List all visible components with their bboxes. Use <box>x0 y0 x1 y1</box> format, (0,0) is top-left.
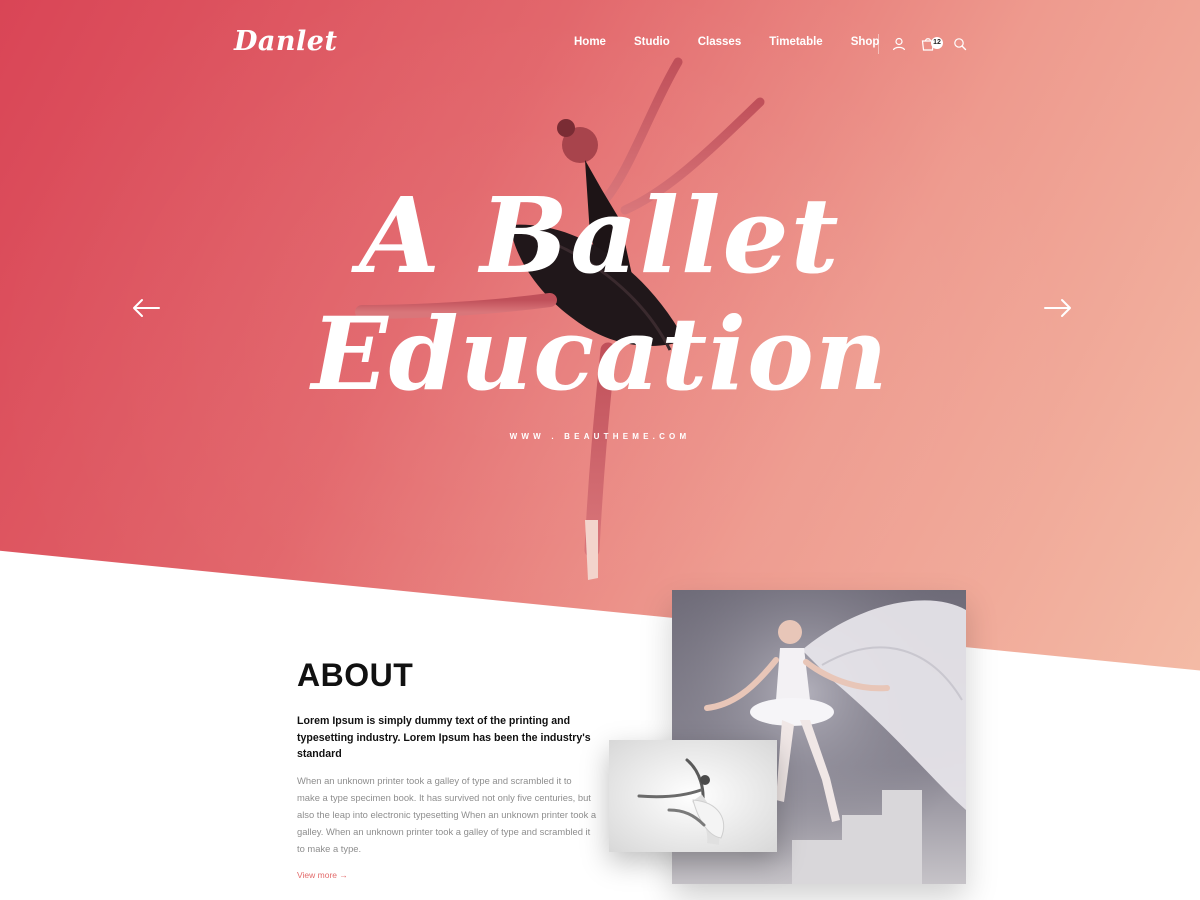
view-more-link[interactable]: View more → <box>297 870 348 880</box>
hero-title: A Ballet Education <box>300 174 900 413</box>
nav-item-studio[interactable]: Studio <box>634 36 670 48</box>
ballerina-photo-small-image <box>609 740 777 852</box>
about-body-text: When an unknown printer took a galley of… <box>297 775 597 854</box>
cart-count-badge: 12 <box>931 37 943 49</box>
user-icon[interactable] <box>891 36 907 52</box>
ballerina-photo-small <box>609 740 777 852</box>
nav-item-classes[interactable]: Classes <box>698 36 741 48</box>
page: Danlet Home Studio Classes Timetable Sho… <box>0 0 1200 900</box>
main-nav: Home Studio Classes Timetable Shop <box>574 36 907 48</box>
nav-divider <box>878 34 879 54</box>
logo[interactable]: Danlet <box>234 26 337 57</box>
about-lead-text: Lorem Ipsum is simply dummy text of the … <box>297 715 591 760</box>
next-slide-arrow-icon[interactable] <box>1043 296 1073 320</box>
hero-title-line2: Education <box>311 295 889 413</box>
hero-banner <box>0 0 1200 671</box>
nav-item-shop[interactable]: Shop <box>851 36 880 48</box>
hero-title-line1: A Ballet <box>359 174 841 297</box>
nav-item-home[interactable]: Home <box>574 36 606 48</box>
nav-item-timetable[interactable]: Timetable <box>769 36 822 48</box>
search-icon[interactable] <box>952 36 968 52</box>
about-title: ABOUT <box>297 657 414 693</box>
prev-slide-arrow-icon[interactable] <box>131 296 161 320</box>
hero-url: WWW . BEAUTHEME.COM <box>509 432 691 441</box>
